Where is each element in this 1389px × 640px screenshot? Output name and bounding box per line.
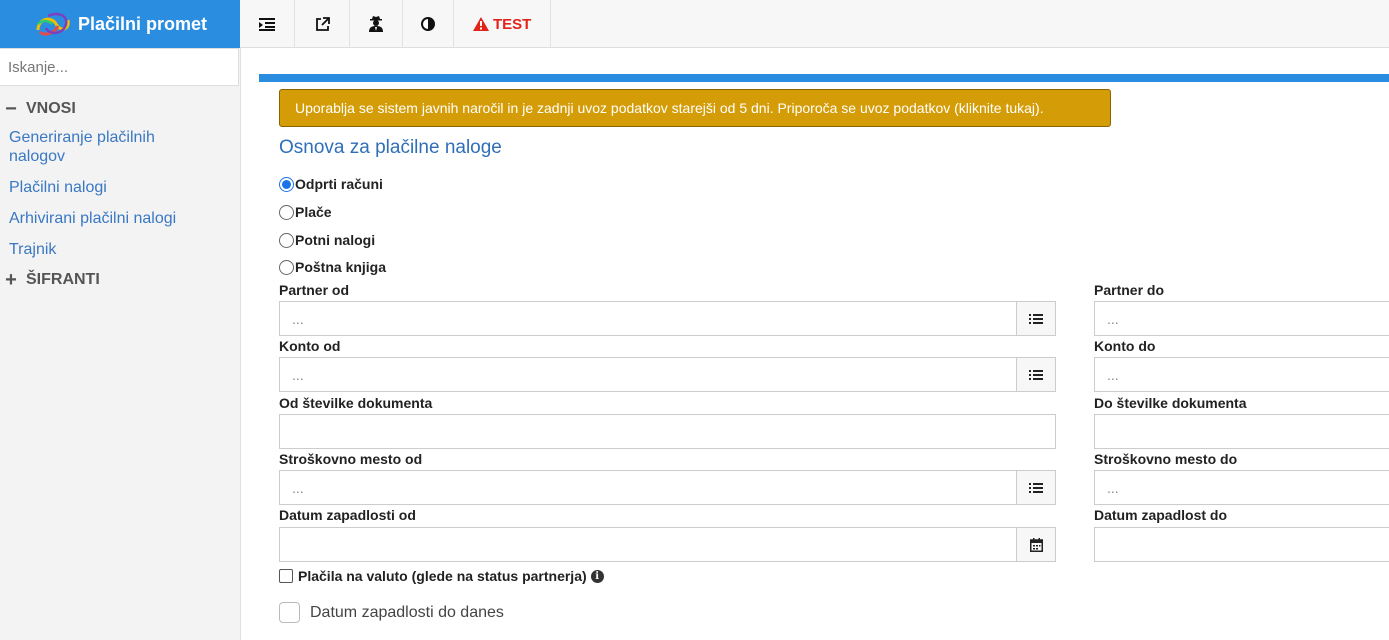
sidebar-item-placilni-nalogi[interactable]: Plačilni nalogi [9, 178, 209, 197]
warning-icon [473, 17, 489, 31]
radio-label: Plače [295, 204, 332, 220]
app-brand[interactable]: Plačilni promet [0, 0, 240, 48]
user-button[interactable] [350, 0, 403, 48]
datum-do-label: Datum zapadlost do [1094, 507, 1228, 523]
radio-label: Potni nalogi [295, 232, 376, 248]
radio-label: Odprti računi [295, 176, 383, 192]
sidebar: − VNOSI Generiranje plačilnih nalogov Pl… [0, 48, 241, 640]
sidebar-search-input[interactable] [0, 48, 239, 86]
calendar-icon [1029, 537, 1043, 552]
list-icon [1029, 482, 1043, 493]
datum-do-danes-checkbox[interactable] [279, 602, 300, 623]
dokument-od-label: Od številke dokumenta [279, 395, 433, 411]
datum-od-calendar-button[interactable] [1016, 527, 1056, 562]
strosek-od-label: Stroškovno mesto od [279, 451, 423, 467]
test-label: TEST [493, 15, 532, 33]
strosek-do-input[interactable] [1094, 470, 1389, 505]
dokument-od-input[interactable] [279, 414, 1056, 449]
partner-do-label: Partner do [1094, 282, 1165, 298]
panel-header-bar [259, 74, 1389, 82]
sidebar-item-trajnik[interactable]: Trajnik [9, 240, 209, 259]
konto-od-input[interactable] [279, 357, 1017, 392]
partner-od-input[interactable] [279, 301, 1017, 336]
radio-place[interactable]: Plače [279, 204, 332, 220]
placila-na-valuto-option[interactable]: Plačila na valuto (glede na status partn… [279, 568, 604, 584]
dokument-do-input[interactable] [1094, 414, 1389, 449]
test-environment-button[interactable]: TEST [454, 0, 552, 48]
sidebar-section-label: ŠIFRANTI [26, 271, 100, 288]
placila-na-valuto-checkbox[interactable] [279, 569, 293, 583]
konto-do-label: Konto do [1094, 338, 1156, 354]
konto-od-label: Konto od [279, 338, 341, 354]
form-title: Osnova za plačilne naloge [279, 137, 502, 158]
datum-do-danes-option[interactable]: Datum zapadlosti do danes [279, 602, 504, 623]
sidebar-section-vnosi[interactable]: − VNOSI [0, 86, 240, 120]
external-link-icon [315, 16, 330, 31]
placila-na-valuto-label: Plačila na valuto (glede na status partn… [298, 568, 587, 584]
strosek-od-lookup-button[interactable] [1016, 470, 1056, 505]
radio-button[interactable] [279, 232, 294, 248]
user-secret-icon [369, 16, 383, 32]
radio-button[interactable] [279, 176, 294, 192]
indent-list-icon [259, 18, 275, 31]
sidebar-item-generiranje[interactable]: Generiranje plačilnih nalogov [9, 128, 209, 166]
contrast-icon [421, 17, 435, 31]
datum-od-input[interactable] [279, 527, 1017, 562]
dokument-do-label: Do številke dokumenta [1094, 395, 1247, 411]
list-icon [1029, 369, 1043, 380]
radio-odprti-racuni[interactable]: Odprti računi [279, 176, 383, 192]
radio-button[interactable] [279, 259, 294, 275]
app-logo-icon [36, 12, 70, 36]
partner-do-input[interactable] [1094, 301, 1389, 336]
datum-do-input[interactable] [1094, 527, 1389, 562]
toggle-sidebar-button[interactable] [240, 0, 295, 48]
radio-label: Poštna knjiga [295, 259, 387, 275]
sidebar-item-arhivirani[interactable]: Arhivirani plačilni nalogi [9, 209, 209, 228]
info-icon[interactable]: i [590, 569, 604, 583]
minus-icon: − [5, 98, 17, 120]
app-title: Plačilni promet [78, 13, 208, 34]
sidebar-section-sifranti[interactable]: + ŠIFRANTI [0, 269, 240, 291]
sidebar-section-label: VNOSI [26, 100, 76, 117]
sidebar-menu: Generiranje plačilnih nalogov Plačilni n… [0, 128, 240, 259]
alert-text[interactable]: Uporablja se sistem javnih naročil in je… [295, 100, 1044, 116]
partner-od-label: Partner od [279, 282, 350, 298]
partner-od-lookup-button[interactable] [1016, 301, 1056, 336]
plus-icon: + [5, 269, 17, 291]
list-icon [1029, 313, 1043, 324]
konto-do-input[interactable] [1094, 357, 1389, 392]
strosek-od-input[interactable] [279, 470, 1017, 505]
radio-potni-nalogi[interactable]: Potni nalogi [279, 232, 375, 248]
radio-button[interactable] [279, 204, 294, 220]
konto-od-lookup-button[interactable] [1016, 357, 1056, 392]
top-toolbar: TEST [240, 0, 1389, 48]
contrast-toggle-button[interactable] [403, 0, 454, 48]
datum-od-label: Datum zapadlosti od [279, 507, 416, 523]
strosek-do-label: Stroškovno mesto do [1094, 451, 1238, 467]
open-external-button[interactable] [295, 0, 350, 48]
datum-do-danes-label: Datum zapadlosti do danes [310, 603, 504, 621]
import-warning-alert[interactable]: Uporablja se sistem javnih naročil in je… [279, 89, 1111, 127]
radio-postna-knjiga[interactable]: Poštna knjiga [279, 259, 386, 275]
